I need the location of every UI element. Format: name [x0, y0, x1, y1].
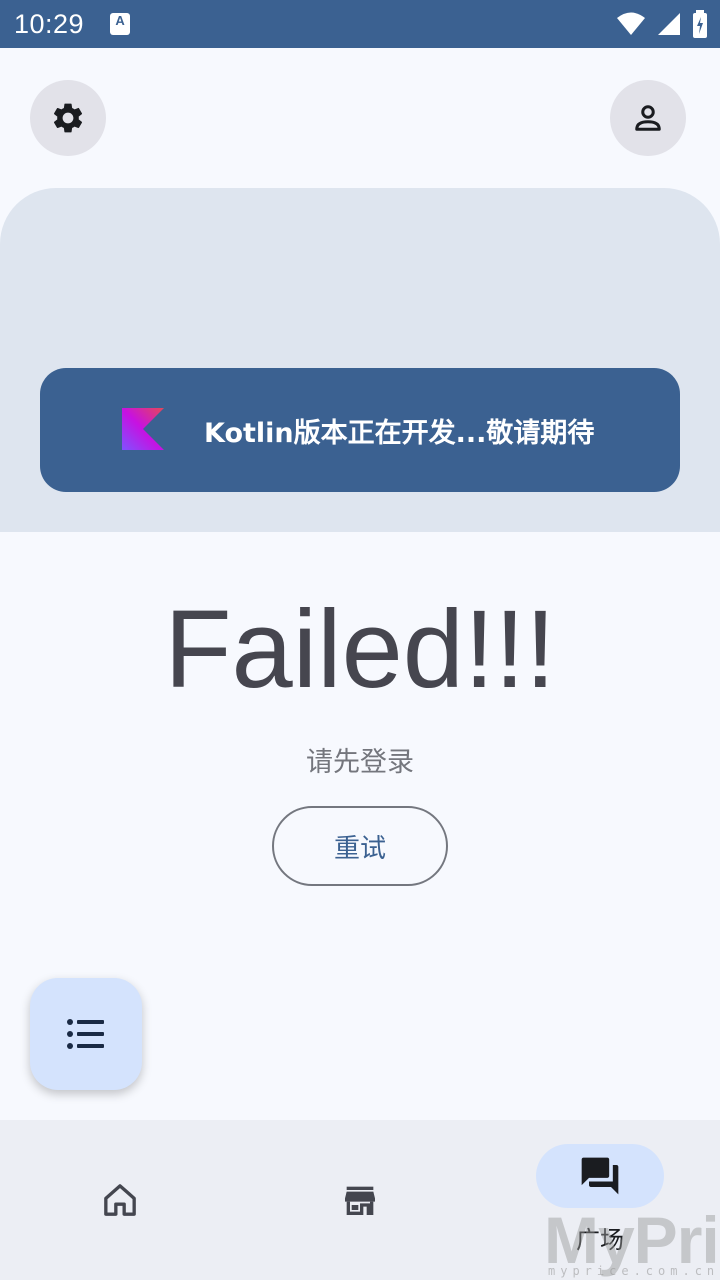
- banner-text: Kotlin版本正在开发...敬请期待: [204, 417, 595, 449]
- person-icon: [635, 105, 661, 131]
- retry-button[interactable]: 重试: [272, 806, 448, 886]
- nav-item-store[interactable]: [240, 1120, 480, 1280]
- error-title: Failed!!!: [164, 588, 556, 711]
- home-icon: [104, 1184, 136, 1216]
- list-fab-button[interactable]: [30, 978, 142, 1090]
- kotlin-logo: [122, 408, 164, 450]
- account-button[interactable]: [610, 80, 686, 156]
- login-hint: 请先登录: [306, 747, 414, 778]
- watermark-url: myprice.com.cn: [548, 1264, 720, 1278]
- store-icon: [345, 1186, 375, 1215]
- list-icon: [67, 1019, 104, 1049]
- nav-item-home[interactable]: [0, 1120, 240, 1280]
- nav-home-icon-container: [56, 1168, 184, 1232]
- nav-square-icon-container: [536, 1144, 664, 1208]
- status-time: 10:29: [14, 8, 85, 39]
- battery-icon: [693, 10, 707, 38]
- nav-store-icon-container: [296, 1168, 424, 1232]
- gear-icon: [53, 103, 83, 133]
- dev-notice-banner: Kotlin版本正在开发...敬请期待: [40, 368, 680, 492]
- settings-button[interactable]: [30, 80, 106, 156]
- forum-icon: [581, 1157, 619, 1195]
- status-bar: 10:29 A: [0, 0, 720, 48]
- notification-a-icon: A: [110, 13, 131, 35]
- status-icons: [616, 10, 708, 38]
- signal-icon: [658, 13, 680, 35]
- wifi-icon: [617, 12, 645, 35]
